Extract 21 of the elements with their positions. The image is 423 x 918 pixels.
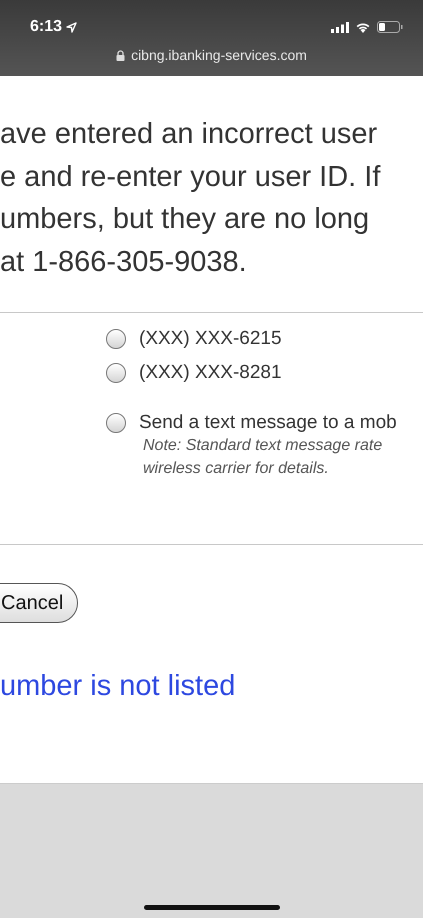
lock-icon (116, 50, 126, 60)
location-arrow-icon (66, 22, 78, 32)
radio-button[interactable] (106, 329, 126, 349)
phone-number-label: (XXX) XXX-6215 (139, 328, 282, 350)
radio-button[interactable] (106, 413, 126, 433)
message-text: e and re-enter your user ID. If (0, 160, 382, 194)
address-url[interactable]: cibng.ibanking-services.com (131, 47, 307, 63)
message-text: ave entered an incorrect user (0, 117, 378, 152)
radio-button[interactable] (106, 363, 126, 383)
signal-icon (331, 22, 349, 32)
number-not-listed-link[interactable]: umber is not listed (0, 670, 236, 702)
phone-number-label: (XXX) XXX-8281 (139, 362, 282, 384)
message-text: umbers, but they are no long (0, 202, 370, 237)
wifi-icon (355, 21, 371, 33)
status-time: 6:13 (30, 18, 62, 36)
text-message-option-label: Send a text message to a mob (139, 412, 397, 434)
message-text: at 1-866-305-9038. (0, 244, 248, 280)
note-text: Note: Standard text message rate (143, 436, 384, 456)
note-text: wireless carrier for details. (143, 459, 330, 479)
cancel-button[interactable]: Cancel (0, 583, 78, 623)
battery-icon (377, 21, 403, 33)
